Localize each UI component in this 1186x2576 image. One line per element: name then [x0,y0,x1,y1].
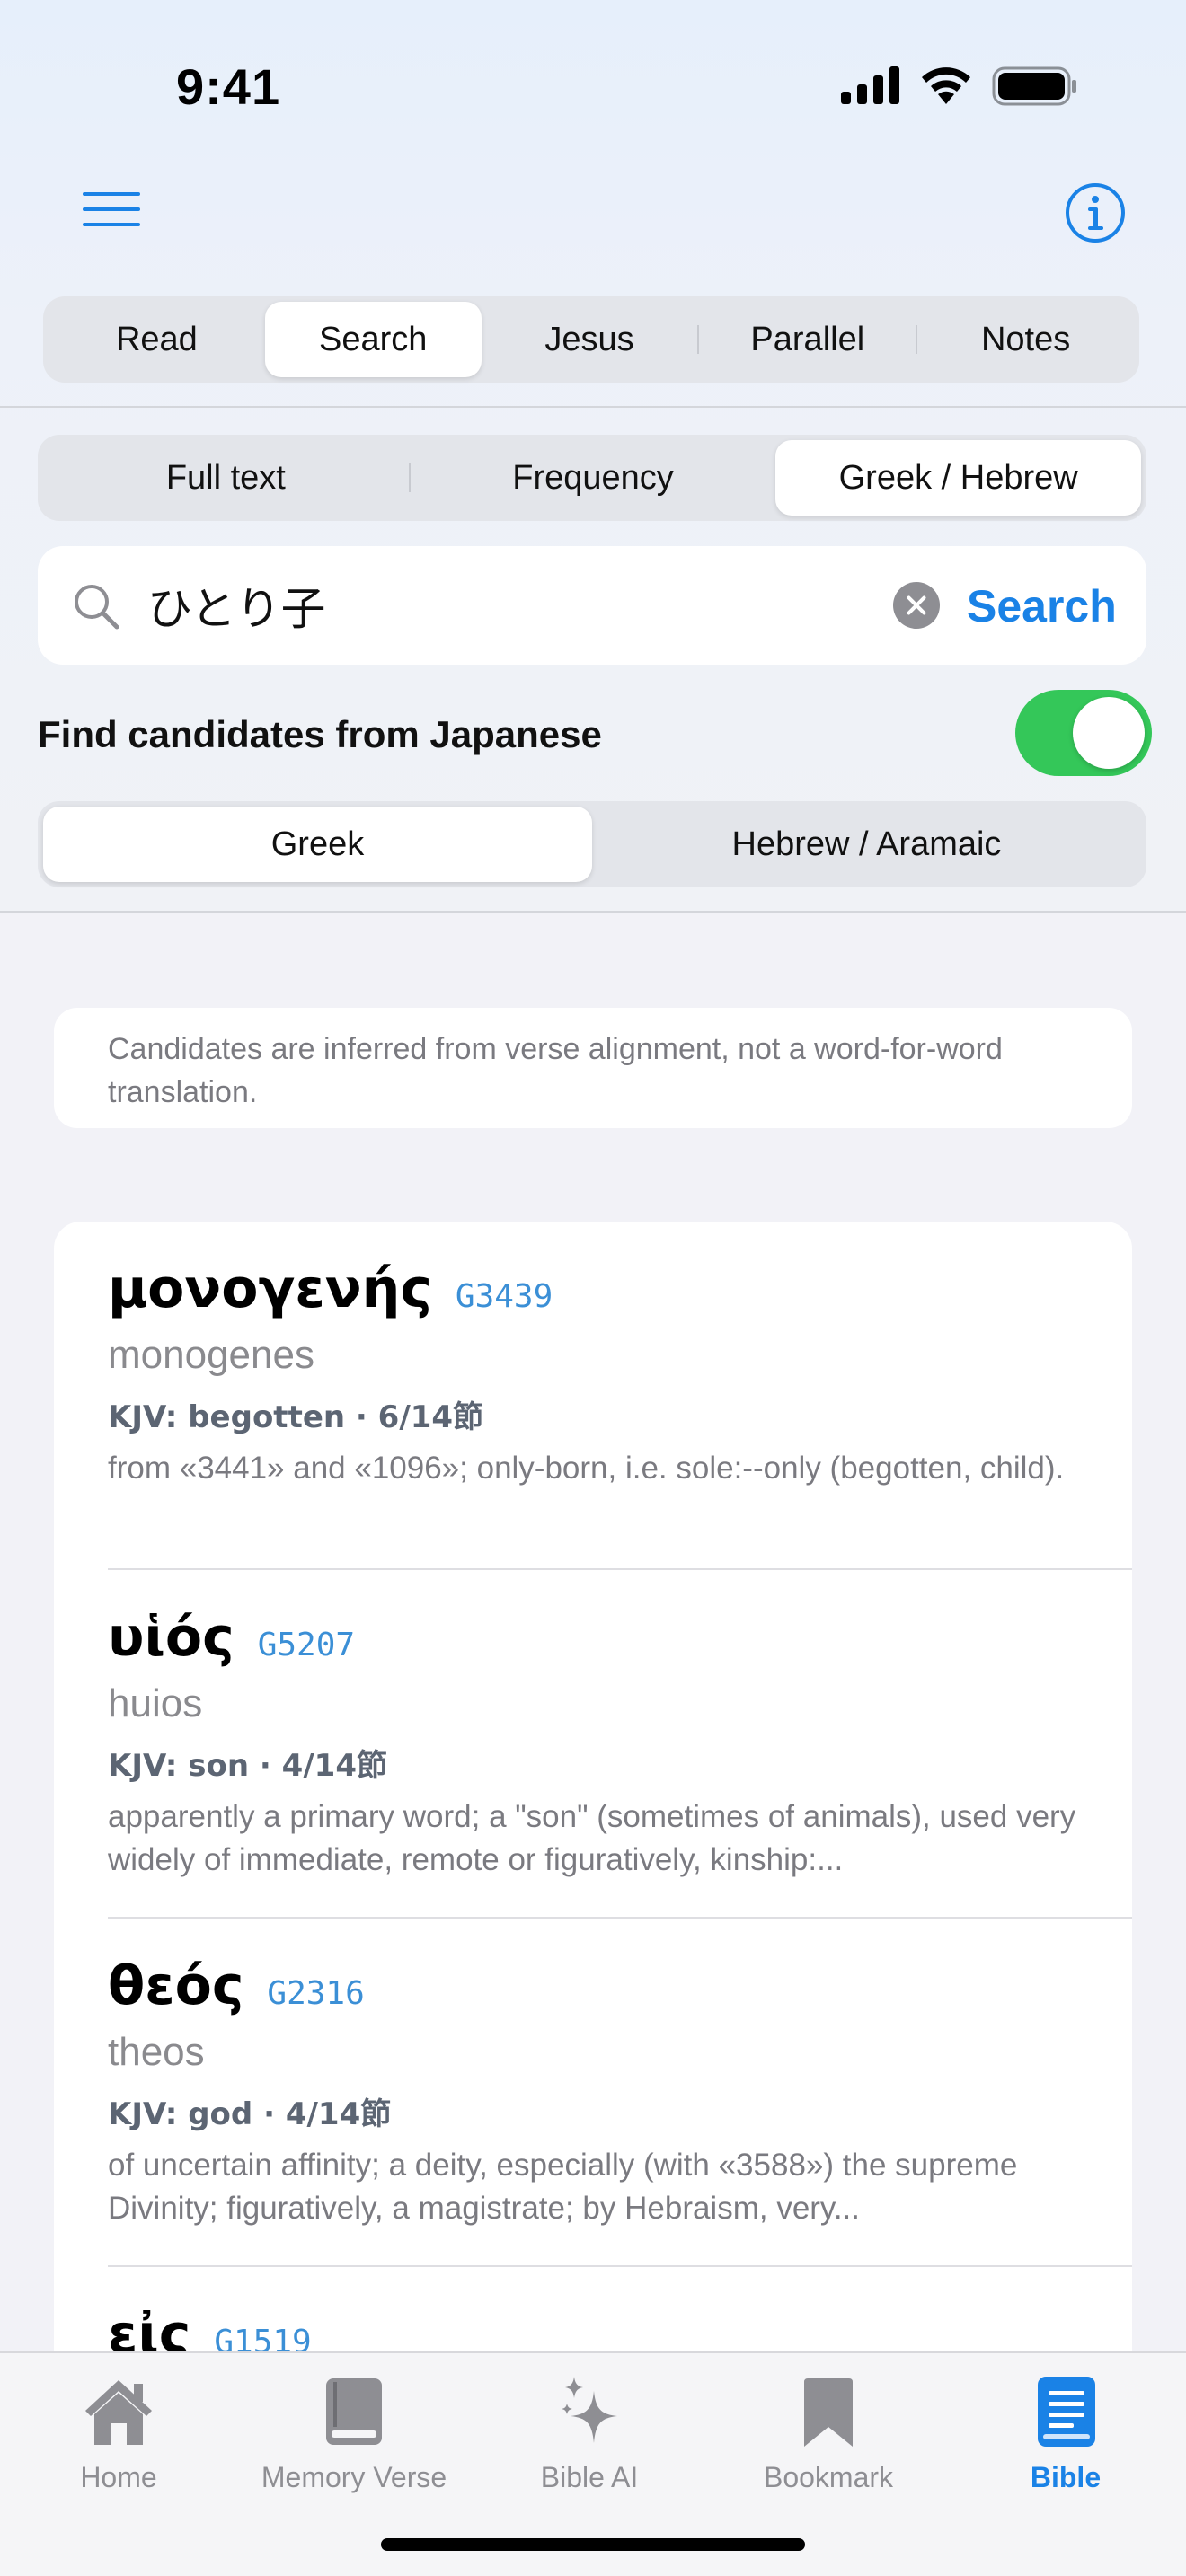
tabbar-bible[interactable]: Bible [949,2371,1182,2494]
cellular-signal-icon [841,66,899,104]
list-item[interactable]: εἰς G1519 [108,2303,1132,2353]
main-tab-bar: Read Search Jesus Parallel Notes [43,296,1139,383]
mode-frequency[interactable]: Frequency [411,440,776,516]
search-bar: Search [38,546,1146,665]
house-icon [85,2380,152,2445]
tabbar-label: Bible [1030,2461,1102,2493]
mode-greek-hebrew[interactable]: Greek / Hebrew [775,440,1142,516]
toggle-knob [1073,697,1145,769]
wifi-icon [922,67,970,104]
transliteration: huios [108,1681,203,1725]
tab-jesus[interactable]: Jesus [482,302,698,377]
row-separator [108,2265,1132,2267]
tabbar-bible-ai[interactable]: Bible AI [473,2371,706,2494]
bookmark-icon [804,2378,853,2447]
lemma: εἰς [108,2303,191,2353]
list-item[interactable]: υἱός G5207 huios KJV: son · 4/14節 appare… [108,1606,1132,1882]
definition: from «3441» and «1096»; only-born, i.e. … [108,1451,1065,1486]
tabbar-bookmark[interactable]: Bookmark [712,2371,945,2494]
header-divider [0,406,1186,408]
definition: apparently a primary word; a "son" (some… [108,1799,1076,1877]
results-list: μονογενής G3439 monogenes KJV: begotten … [54,1222,1132,2353]
tabbar-label: Home [80,2461,157,2493]
search-icon [75,585,119,630]
status-time: 9:41 [176,58,281,115]
info-icon[interactable] [1064,181,1127,244]
sparkles-icon [562,2377,617,2443]
transliteration: theos [108,2030,205,2074]
tabbar-home[interactable]: Home [2,2371,235,2494]
strongs-number: G3439 [455,1278,553,1315]
kjv-summary: KJV: begotten · 6/14節 [108,1399,484,1435]
list-item[interactable]: μονογενής G3439 monogenes KJV: begotten … [108,1257,1132,1490]
mode-full-text[interactable]: Full text [43,440,409,516]
find-candidates-toggle[interactable] [1015,690,1152,776]
lang-hebrew-aramaic[interactable]: Hebrew / Aramaic [592,807,1141,882]
tab-read[interactable]: Read [49,302,265,377]
controls-divider [0,911,1186,913]
clear-search-icon[interactable] [893,582,940,629]
kjv-summary: KJV: god · 4/14節 [108,2096,392,2132]
menu-icon[interactable] [81,189,146,232]
tab-parallel[interactable]: Parallel [699,302,916,377]
strongs-number: G5207 [257,1627,356,1663]
kjv-summary: KJV: son · 4/14節 [108,1748,387,1784]
lang-greek[interactable]: Greek [43,807,592,882]
find-candidates-label: Find candidates from Japanese [38,713,602,755]
lemma: μονογενής [108,1257,432,1320]
strongs-number: G1519 [214,2324,312,2353]
tabbar-label: Bible AI [540,2461,639,2493]
search-input[interactable] [147,569,902,641]
definition: of uncertain affinity; a deity, especial… [108,2148,1018,2226]
row-separator [108,1568,1132,1570]
bible-icon [1038,2377,1095,2447]
book-icon [326,2378,382,2445]
tabbar-memory-verse[interactable]: Memory Verse [237,2371,471,2494]
row-separator [108,1917,1132,1919]
tab-search[interactable]: Search [264,302,482,377]
alignment-note: Candidates are inferred from verse align… [54,1008,1132,1128]
search-button[interactable]: Search [967,580,1117,632]
list-item[interactable]: θεός G2316 theos KJV: god · 4/14節 of unc… [108,1954,1132,2230]
lemma: θεός [108,1954,244,2017]
battery-icon [992,66,1076,106]
home-indicator [381,2538,805,2551]
tab-notes[interactable]: Notes [917,302,1134,377]
tabbar-label: Bookmark [763,2461,894,2493]
tabbar-label: Memory Verse [261,2461,447,2493]
language-tabs: Greek Hebrew / Aramaic [38,801,1146,887]
transliteration: monogenes [108,1333,314,1377]
search-mode-tabs: Full text Frequency Greek / Hebrew [38,435,1146,521]
lemma: υἱός [108,1606,235,1669]
strongs-number: G2316 [267,1975,365,2012]
